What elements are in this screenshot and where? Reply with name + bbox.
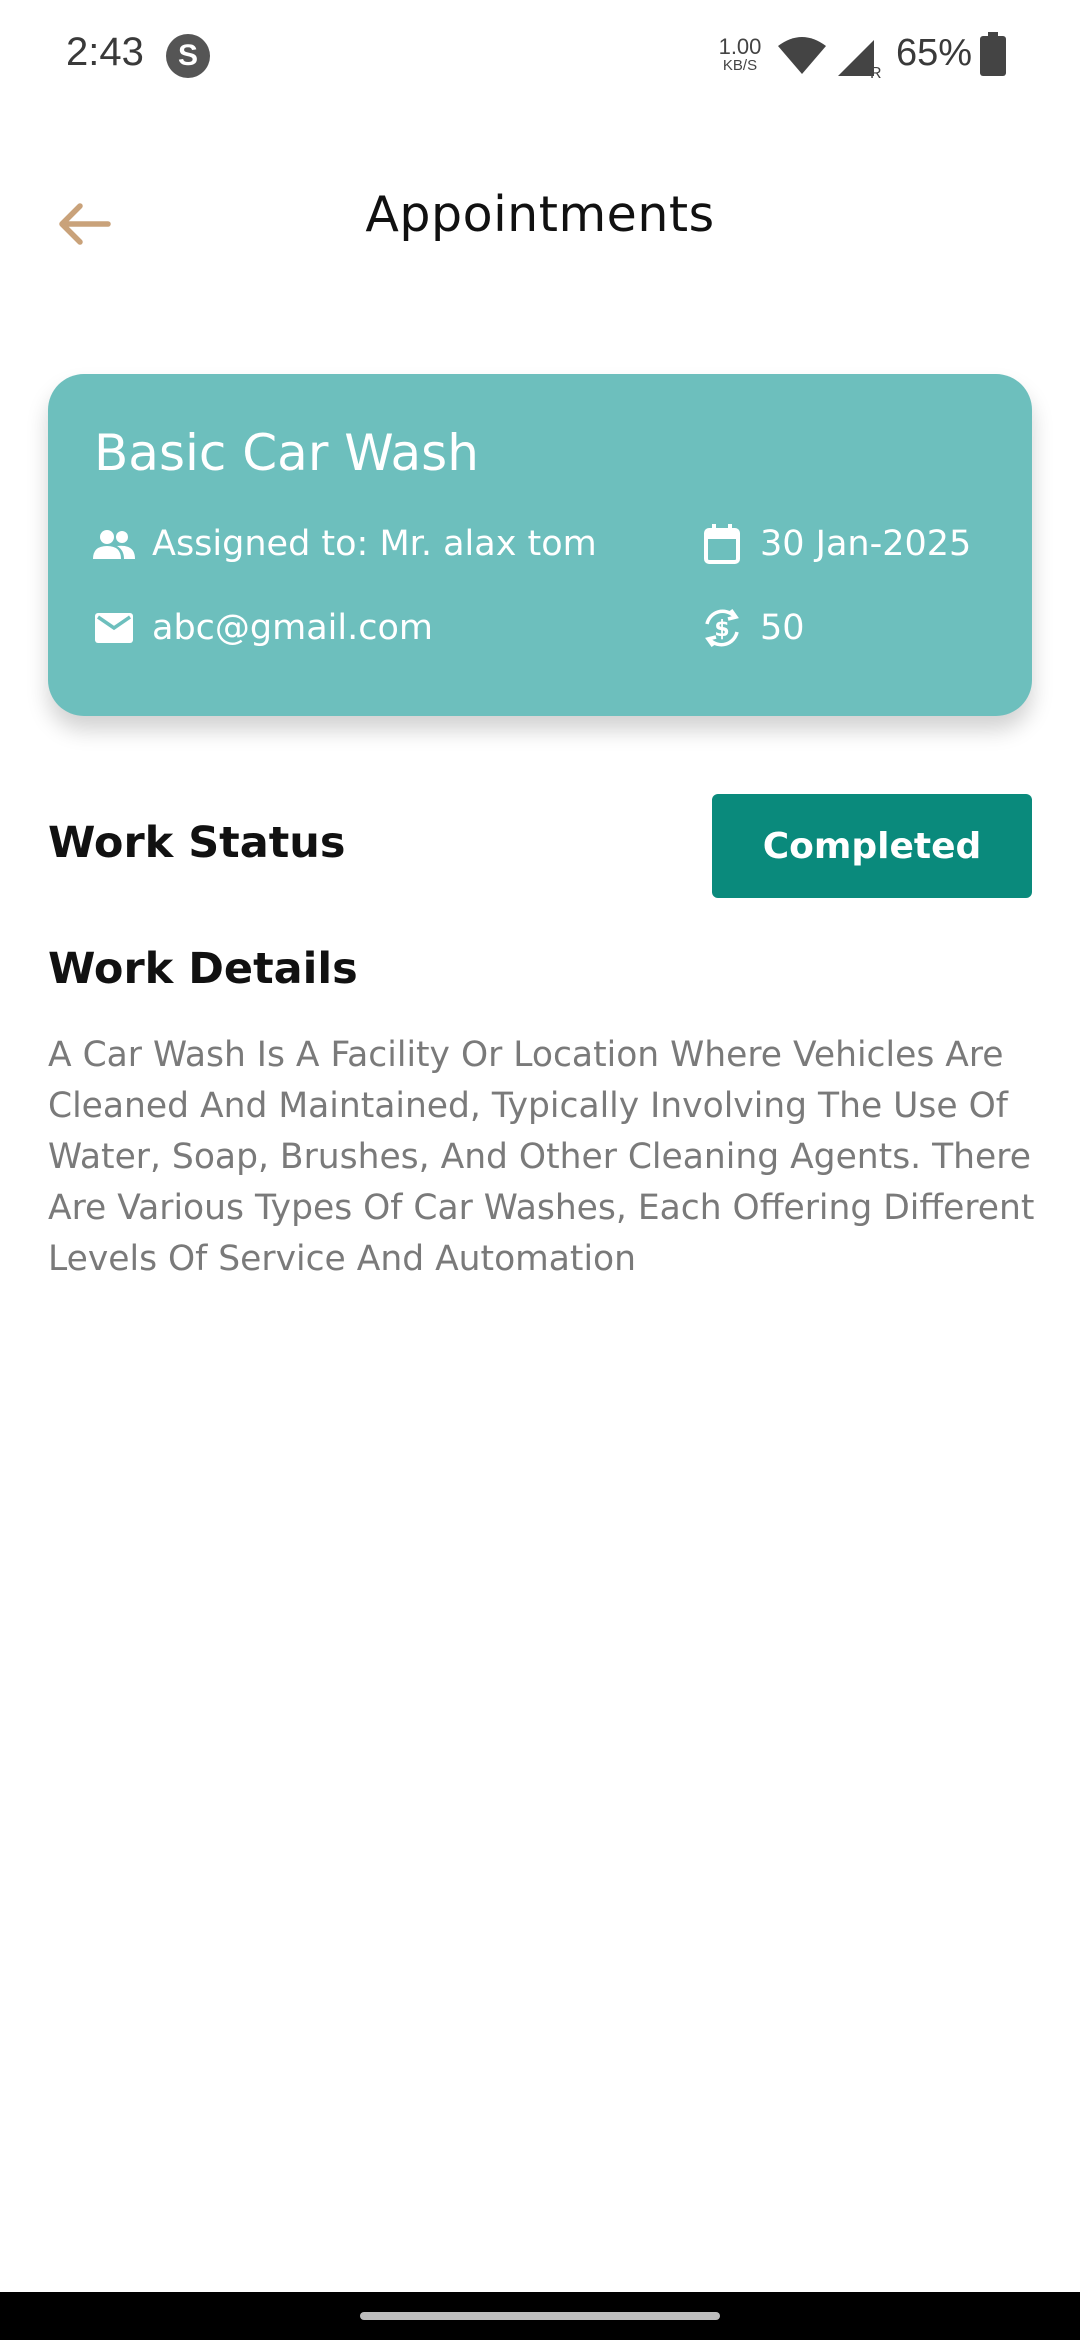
email-row: abc@gmail.com xyxy=(92,606,433,650)
currency-exchange-icon: $ xyxy=(700,606,744,650)
appointment-card[interactable]: Basic Car Wash Assigned to: Mr. alax tom… xyxy=(48,374,1032,716)
email-text: abc@gmail.com xyxy=(152,608,433,648)
network-speed-value: 1.00 xyxy=(718,34,762,59)
date-row: 30 Jan-2025 xyxy=(700,522,971,566)
wifi-icon xyxy=(778,37,826,74)
svg-text:$: $ xyxy=(714,617,729,642)
price-row: $ 50 xyxy=(700,606,805,650)
people-icon xyxy=(92,522,136,566)
date-text: 30 Jan-2025 xyxy=(760,524,972,564)
battery-percentage: 65% xyxy=(896,32,973,74)
assigned-text: Assigned to: Mr. alax tom xyxy=(152,524,597,564)
calendar-icon xyxy=(700,522,744,566)
network-speed: 1.00 KB/S xyxy=(714,34,766,74)
battery-icon xyxy=(980,32,1006,76)
navigation-bar xyxy=(0,2292,1080,2340)
status-time: 2:43 xyxy=(66,30,144,74)
app-notification-icon: S xyxy=(166,34,210,78)
mail-icon xyxy=(92,606,136,650)
signal-badge: R xyxy=(870,65,882,78)
status-bar: 2:43 S 1.00 KB/S R 65% xyxy=(0,0,1080,110)
cellular-signal-icon: R xyxy=(838,40,882,78)
assigned-row: Assigned to: Mr. alax tom xyxy=(92,522,597,566)
home-indicator[interactable] xyxy=(360,2312,720,2320)
work-status-label: Work Status xyxy=(48,818,346,868)
work-details-text: A Car Wash Is A Facility Or Location Whe… xyxy=(48,1035,1035,1279)
network-speed-unit: KB/S xyxy=(722,57,758,74)
page-title: Appointments xyxy=(365,186,715,243)
price-text: 50 xyxy=(760,608,805,648)
completed-status-button[interactable]: Completed xyxy=(712,794,1032,898)
work-details-label: Work Details xyxy=(48,944,358,994)
service-title: Basic Car Wash xyxy=(94,424,479,482)
